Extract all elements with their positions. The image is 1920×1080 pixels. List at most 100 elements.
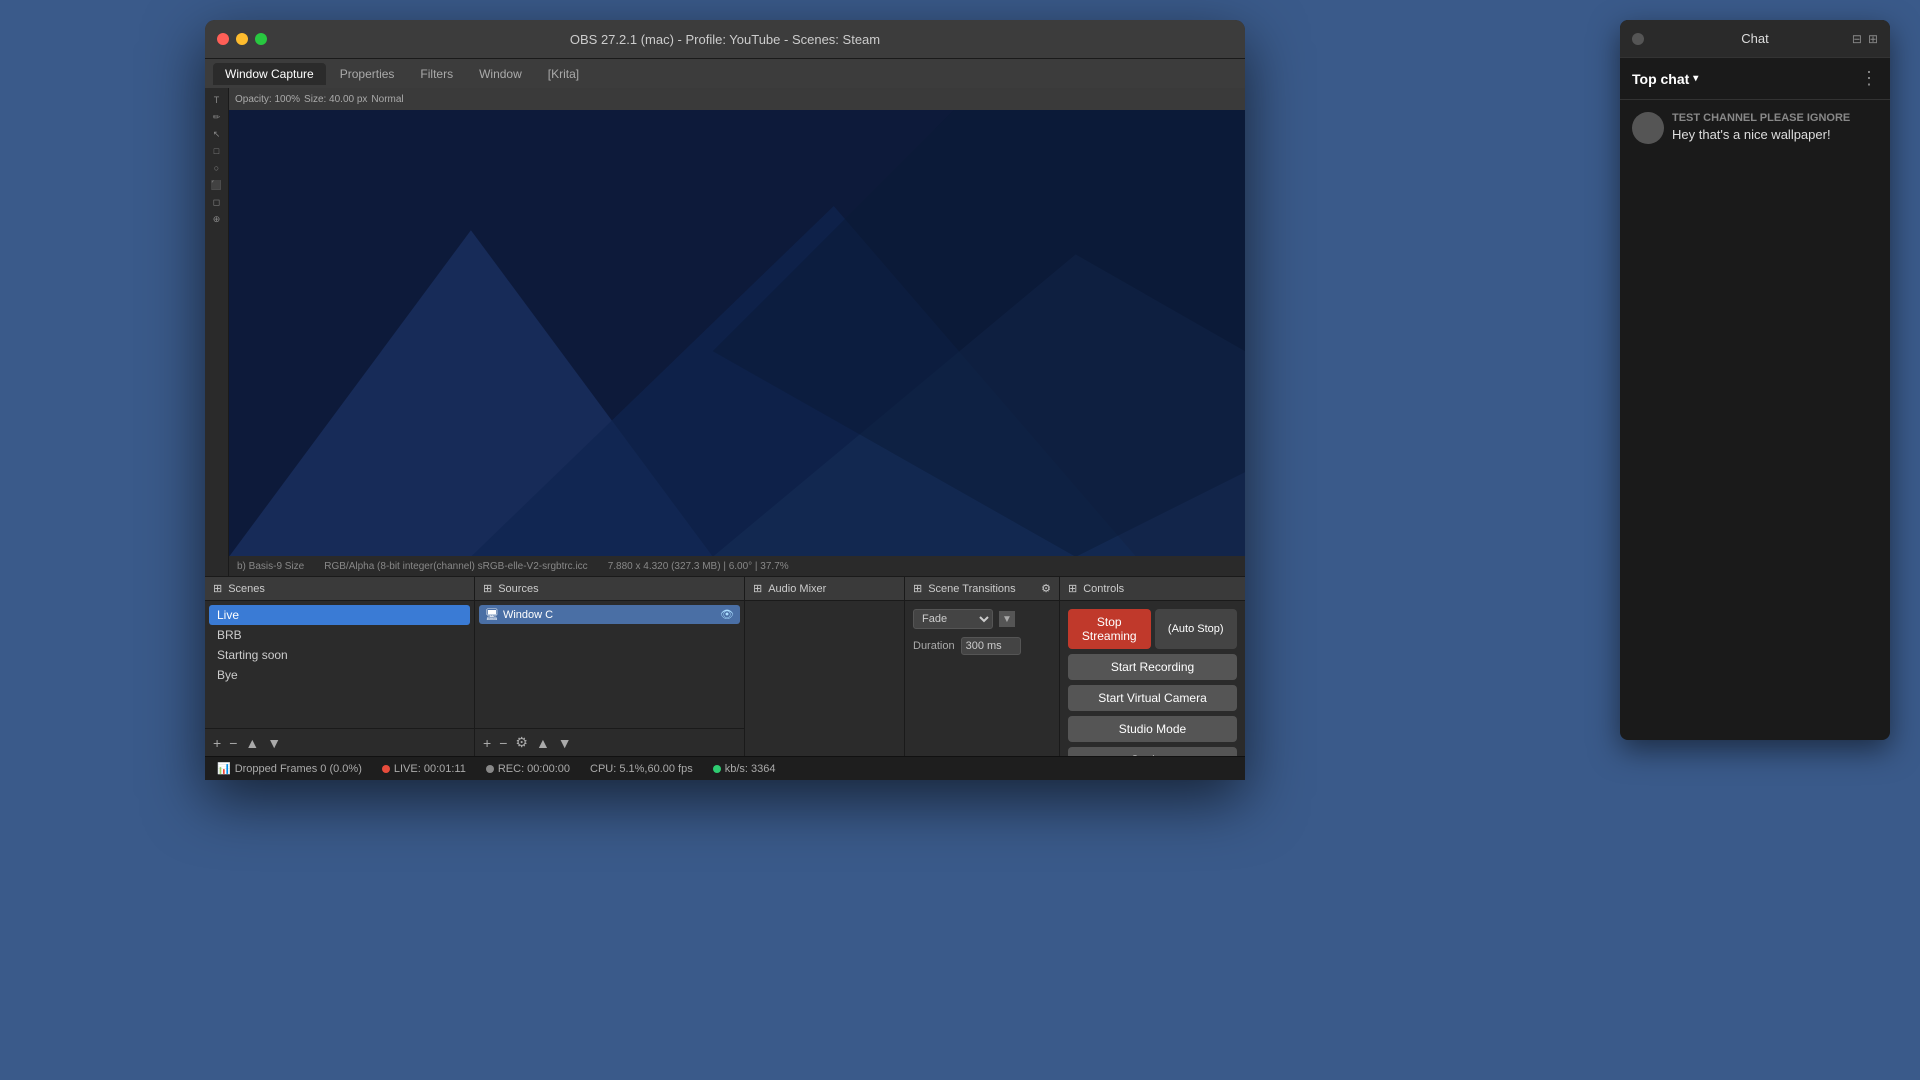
- scene-bye[interactable]: Bye: [209, 665, 470, 685]
- kbps-dot: [713, 765, 721, 773]
- scenes-down-button[interactable]: ▼: [267, 735, 281, 751]
- size-label: Size: 40.00 px: [304, 94, 367, 105]
- top-chat-label: Top chat: [1632, 71, 1689, 87]
- window-title: OBS 27.2.1 (mac) - Profile: YouTube - Sc…: [570, 32, 880, 47]
- duration-row: Duration: [913, 637, 1051, 655]
- streaming-row: Stop Streaming (Auto Stop): [1068, 609, 1237, 649]
- tab-properties[interactable]: Properties: [328, 63, 407, 85]
- tool-fill[interactable]: ⬛: [207, 177, 227, 193]
- tool-text[interactable]: T: [207, 92, 227, 108]
- preview-bottom-bar: b) Basis-9 Size RGB/Alpha (8-bit integer…: [229, 556, 1245, 576]
- transitions-label: Scene Transitions: [928, 583, 1015, 595]
- scenes-panel-bottom: + − ▲ ▼: [205, 728, 474, 756]
- live-dot: [382, 765, 390, 773]
- fade-row: Fade ▼: [913, 609, 1051, 629]
- tool-rect[interactable]: □: [207, 143, 227, 159]
- source-window-capture[interactable]: 🖥 Window C 👁: [479, 605, 740, 624]
- bg-shapes: [229, 110, 1245, 556]
- chat-panel: Chat ⊟ ⊞ Top chat ▾ ⋮ TEST CHANNEL PLEAS…: [1620, 20, 1890, 740]
- maximize-button[interactable]: [255, 33, 267, 45]
- source-eye-icon[interactable]: 👁: [720, 608, 734, 621]
- kbps-status: kb/s: 3364: [713, 763, 776, 775]
- start-virtual-camera-button[interactable]: Start Virtual Camera: [1068, 685, 1237, 711]
- tool-zoom[interactable]: ⊕: [207, 211, 227, 227]
- chat-popout-icon[interactable]: ⊞: [1868, 32, 1878, 46]
- controls-header: ⊞ Controls: [1060, 577, 1245, 601]
- tool-select[interactable]: ↖: [207, 126, 227, 142]
- chat-dock-icon[interactable]: ⊟: [1852, 32, 1862, 46]
- preview-container: Opacity: 100% Size: 40.00 px Normal: [229, 88, 1245, 576]
- chat-avatar: [1632, 112, 1664, 144]
- scene-brb[interactable]: BRB: [209, 625, 470, 645]
- controls-icon: ⊞: [1068, 582, 1077, 595]
- rec-status: REC: 00:00:00: [486, 763, 570, 775]
- dropped-frames-icon: 📊: [217, 762, 231, 775]
- audio-mixer-header: ⊞ Audio Mixer: [745, 577, 904, 601]
- preview-canvas: [229, 110, 1245, 556]
- top-chat-selector[interactable]: Top chat ▾: [1632, 71, 1698, 87]
- duration-input[interactable]: [961, 637, 1021, 655]
- chat-messages: TEST CHANNEL PLEASE IGNORE Hey that's a …: [1620, 100, 1890, 740]
- sources-gear-button[interactable]: ⚙: [515, 734, 528, 751]
- chat-title: Chat: [1741, 31, 1768, 46]
- sources-panel-header: ⊞ Sources: [475, 577, 744, 601]
- transitions-content: Fade ▼ Duration: [905, 601, 1059, 756]
- titlebar: OBS 27.2.1 (mac) - Profile: YouTube - Sc…: [205, 20, 1245, 58]
- preview-bottom-center: RGB/Alpha (8-bit integer(channel) sRGB-e…: [324, 561, 587, 572]
- tab-filters[interactable]: Filters: [408, 63, 465, 85]
- audio-mixer-panel: ⊞ Audio Mixer: [745, 577, 905, 756]
- transitions-header: ⊞ Scene Transitions ⚙: [905, 577, 1059, 601]
- scenes-panel-header: ⊞ Scenes: [205, 577, 474, 601]
- sources-icon: ⊞: [483, 582, 492, 595]
- scenes-label: Scenes: [228, 583, 265, 595]
- tabs-bar: Window Capture Properties Filters Window…: [205, 58, 1245, 88]
- start-recording-button[interactable]: Start Recording: [1068, 654, 1237, 680]
- transitions-gear-icon[interactable]: ⚙: [1041, 582, 1051, 595]
- scenes-remove-button[interactable]: −: [229, 735, 237, 751]
- tab-krita[interactable]: [Krita]: [536, 63, 591, 85]
- live-status: LIVE: 00:01:11: [382, 763, 466, 775]
- chat-header: Top chat ▾ ⋮: [1620, 58, 1890, 100]
- preview-toolbar: Opacity: 100% Size: 40.00 px Normal: [229, 88, 1245, 110]
- tool-circle[interactable]: ○: [207, 160, 227, 176]
- opacity-label: Opacity: 100%: [235, 94, 300, 105]
- sources-panel-bottom: + − ⚙ ▲ ▼: [475, 728, 744, 756]
- transitions-icon: ⊞: [913, 582, 922, 595]
- minimize-button[interactable]: [236, 33, 248, 45]
- close-button[interactable]: [217, 33, 229, 45]
- sources-up-button[interactable]: ▲: [536, 735, 550, 751]
- transition-type-select[interactable]: Fade: [913, 609, 993, 629]
- scenes-up-button[interactable]: ▲: [245, 735, 259, 751]
- chat-titlebar: Chat ⊟ ⊞: [1620, 20, 1890, 58]
- rec-dot: [486, 765, 494, 773]
- auto-stop-button[interactable]: (Auto Stop): [1155, 609, 1238, 649]
- sources-add-button[interactable]: +: [483, 735, 491, 751]
- tool-brush[interactable]: ✏: [207, 109, 227, 125]
- tool-eraser[interactable]: ◻: [207, 194, 227, 210]
- controls-content: Stop Streaming (Auto Stop) Start Recordi…: [1060, 601, 1245, 756]
- controls-label: Controls: [1083, 583, 1124, 595]
- sources-remove-button[interactable]: −: [499, 735, 507, 751]
- tab-window[interactable]: Window: [467, 63, 534, 85]
- duration-label: Duration: [913, 640, 955, 652]
- scene-live[interactable]: Live: [209, 605, 470, 625]
- transitions-panel: ⊞ Scene Transitions ⚙ Fade ▼ Duration: [905, 577, 1060, 756]
- settings-button[interactable]: Settings: [1068, 747, 1237, 756]
- scenes-panel: ⊞ Scenes Live BRB Starting soon Bye +: [205, 577, 475, 756]
- sources-panel: ⊞ Sources 🖥 Window C 👁 + − ⚙ ▲ ▼: [475, 577, 745, 756]
- chat-close-button[interactable]: [1632, 33, 1644, 45]
- sources-down-button[interactable]: ▼: [558, 735, 572, 751]
- sources-label: Sources: [498, 583, 538, 595]
- stop-streaming-button[interactable]: Stop Streaming: [1068, 609, 1151, 649]
- preview-area: T ✏ ↖ □ ○ ⬛ ◻ ⊕ Opacity: 100% Size: 40.0…: [205, 88, 1245, 576]
- transition-settings-button[interactable]: ▼: [999, 611, 1015, 627]
- scene-starting-soon[interactable]: Starting soon: [209, 645, 470, 665]
- scenes-add-button[interactable]: +: [213, 735, 221, 751]
- chat-bubble: TEST CHANNEL PLEASE IGNORE Hey that's a …: [1672, 112, 1878, 144]
- studio-mode-button[interactable]: Studio Mode: [1068, 716, 1237, 742]
- chat-more-button[interactable]: ⋮: [1860, 68, 1878, 89]
- tab-window-capture[interactable]: Window Capture: [213, 63, 326, 85]
- panels-row: ⊞ Scenes Live BRB Starting soon Bye +: [205, 576, 1245, 756]
- traffic-lights: [217, 33, 267, 45]
- dropped-frames-status: 📊 Dropped Frames 0 (0.0%): [217, 762, 362, 775]
